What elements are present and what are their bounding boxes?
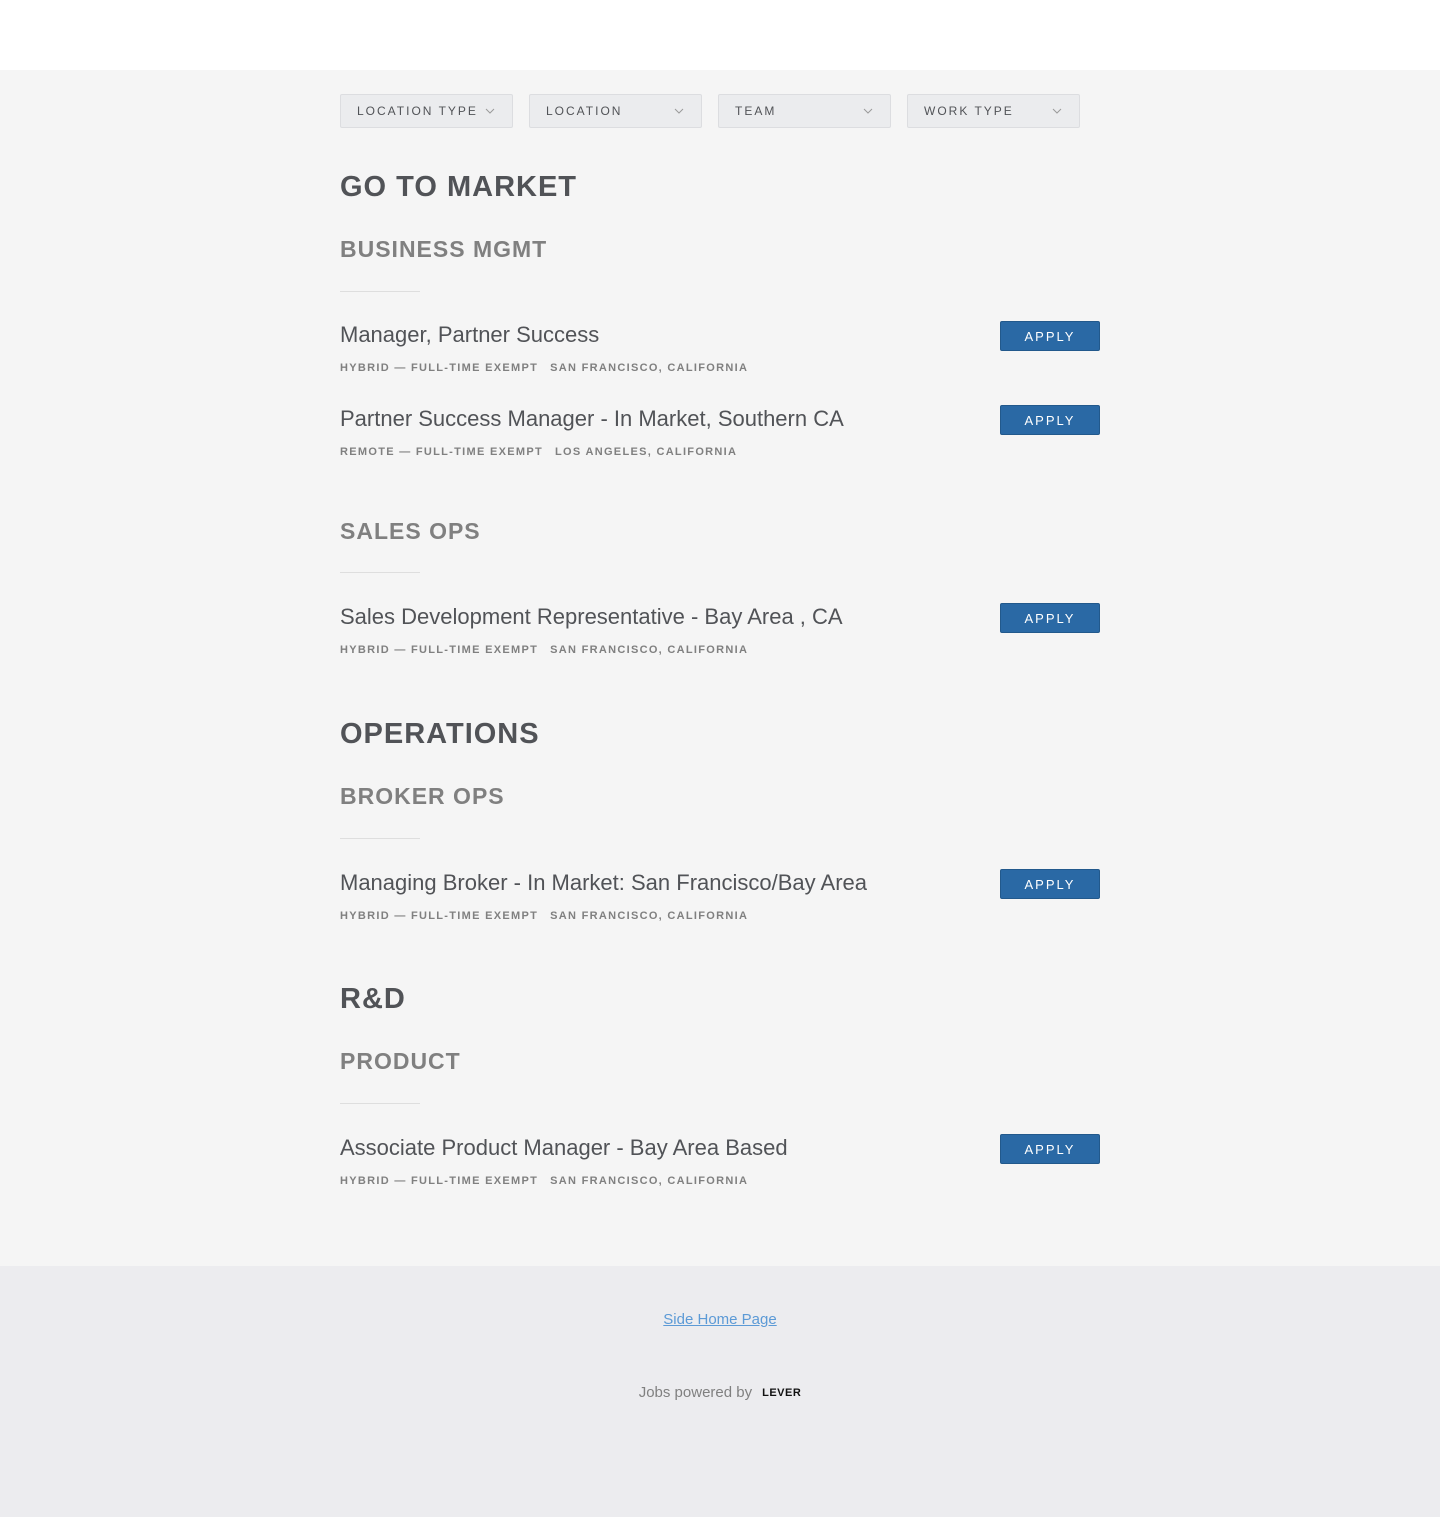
team-heading: PRODUCT [340, 1048, 461, 1074]
footer-link-row: Side Home Page [0, 1311, 1440, 1328]
chevron-down-icon [1051, 105, 1063, 117]
team-divider [340, 572, 420, 573]
chevron-down-icon [862, 105, 874, 117]
postings-wrapper: LOCATION TYPE LOCATION TEAM WORK TYPE GO… [0, 70, 1440, 1266]
posting-categories: HYBRID — FULL-TIME EXEMPT SAN FRANCISCO, … [340, 910, 748, 922]
filter-work-type[interactable]: WORK TYPE [907, 94, 1080, 128]
posting-categories: HYBRID — FULL-TIME EXEMPT SAN FRANCISCO, … [340, 1175, 748, 1187]
filter-label: WORK TYPE [924, 104, 1014, 118]
lever-logo[interactable]: LEVER [762, 1387, 801, 1399]
team-divider [340, 1103, 420, 1104]
posting-item: Managing Broker - In Market: San Francis… [340, 869, 1100, 930]
apply-button[interactable]: APPLY [1000, 869, 1100, 899]
filter-team[interactable]: TEAM [718, 94, 891, 128]
posting-item: Manager, Partner Success HYBRID — FULL-T… [340, 321, 1100, 382]
posting-commitment: REMOTE — FULL-TIME EXEMPT [340, 446, 543, 458]
posting-categories: HYBRID — FULL-TIME EXEMPT SAN FRANCISCO, … [340, 362, 748, 374]
posting-location: LOS ANGELES, CALIFORNIA [555, 446, 738, 458]
department-heading: R&D [340, 983, 406, 1015]
filter-bar: LOCATION TYPE LOCATION TEAM WORK TYPE [340, 94, 1080, 128]
chevron-down-icon [673, 105, 685, 117]
team-heading: SALES OPS [340, 518, 481, 544]
top-header-band [0, 0, 1440, 70]
filter-label: LOCATION [546, 104, 623, 118]
posting-location: SAN FRANCISCO, CALIFORNIA [550, 1175, 749, 1187]
posting-commitment: HYBRID — FULL-TIME EXEMPT [340, 1175, 539, 1187]
posting-categories: REMOTE — FULL-TIME EXEMPT LOS ANGELES, CA… [340, 446, 737, 458]
posting-item: Sales Development Representative - Bay A… [340, 603, 1100, 664]
home-page-link[interactable]: Side Home Page [663, 1311, 776, 1328]
posting-commitment: HYBRID — FULL-TIME EXEMPT [340, 910, 539, 922]
filter-location-type[interactable]: LOCATION TYPE [340, 94, 513, 128]
powered-by: Jobs powered by LEVER [0, 1384, 1440, 1401]
posting-title-link[interactable]: Associate Product Manager - Bay Area Bas… [340, 1135, 788, 1161]
team-divider [340, 838, 420, 839]
team-heading: BUSINESS MGMT [340, 236, 548, 262]
posting-title-link[interactable]: Managing Broker - In Market: San Francis… [340, 870, 867, 896]
department-heading: OPERATIONS [340, 718, 540, 750]
posting-title-link[interactable]: Manager, Partner Success [340, 322, 599, 348]
posting-location: SAN FRANCISCO, CALIFORNIA [550, 910, 749, 922]
apply-button[interactable]: APPLY [1000, 321, 1100, 351]
chevron-down-icon [484, 105, 496, 117]
posting-commitment: HYBRID — FULL-TIME EXEMPT [340, 644, 539, 656]
posting-location: SAN FRANCISCO, CALIFORNIA [550, 362, 749, 374]
posting-categories: HYBRID — FULL-TIME EXEMPT SAN FRANCISCO, … [340, 644, 748, 656]
powered-by-text: Jobs powered by [638, 1384, 753, 1401]
filter-location[interactable]: LOCATION [529, 94, 702, 128]
posting-item: Associate Product Manager - Bay Area Bas… [340, 1134, 1100, 1195]
department-heading: GO TO MARKET [340, 171, 578, 203]
filter-label: TEAM [735, 104, 777, 118]
posting-location: SAN FRANCISCO, CALIFORNIA [550, 644, 749, 656]
apply-button[interactable]: APPLY [1000, 405, 1100, 435]
apply-button[interactable]: APPLY [1000, 603, 1100, 633]
posting-item: Partner Success Manager - In Market, Sou… [340, 405, 1100, 466]
posting-title-link[interactable]: Sales Development Representative - Bay A… [340, 604, 843, 630]
posting-commitment: HYBRID — FULL-TIME EXEMPT [340, 362, 539, 374]
filter-label: LOCATION TYPE [357, 104, 478, 118]
apply-button[interactable]: APPLY [1000, 1134, 1100, 1164]
posting-title-link[interactable]: Partner Success Manager - In Market, Sou… [340, 406, 844, 432]
team-divider [340, 291, 420, 292]
team-heading: BROKER OPS [340, 783, 505, 809]
page-footer: Side Home Page Jobs powered by LEVER [0, 1266, 1440, 1517]
